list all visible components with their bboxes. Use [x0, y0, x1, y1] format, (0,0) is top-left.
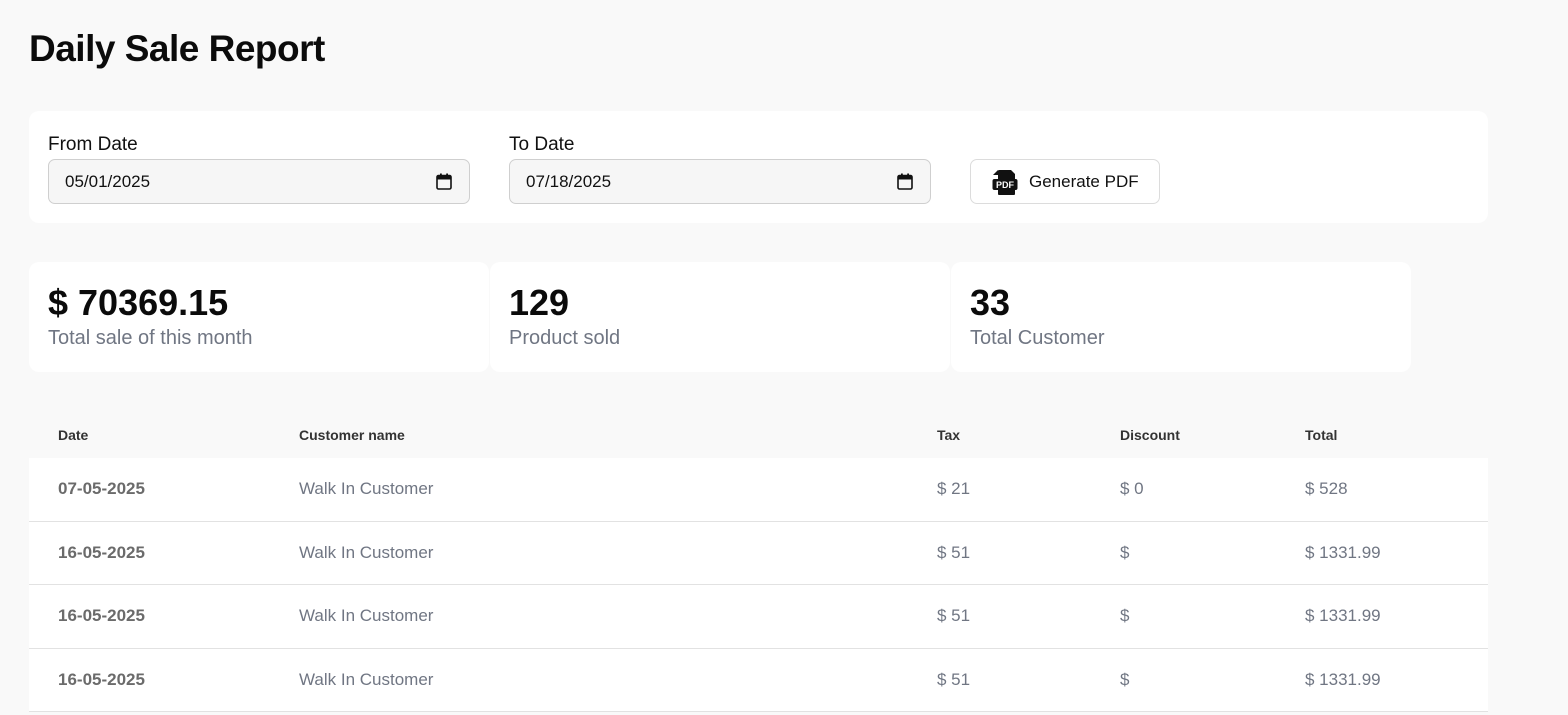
cell-date: 07-05-2025 — [58, 479, 145, 498]
date-filter-card: From Date 05/01/2025 To Date 07/18/2025 — [29, 111, 1488, 223]
to-date-label: To Date — [509, 134, 575, 155]
cell-discount: $ — [1120, 542, 1130, 562]
pdf-file-icon: PDF — [992, 170, 1018, 195]
total-customer-card: 33 Total Customer — [951, 262, 1411, 372]
generate-pdf-label: Generate PDF — [1029, 172, 1139, 191]
column-header-customer: Customer name — [299, 427, 405, 443]
cell-discount: $ — [1120, 669, 1130, 689]
cell-total: $ 528 — [1305, 479, 1348, 498]
table-row: 16-05-2025 Walk In Customer $ 51 $ $ 133… — [29, 521, 1488, 585]
cell-date: 16-05-2025 — [58, 669, 145, 689]
cell-tax: $ 21 — [937, 479, 971, 498]
product-sold-value: 129 — [509, 282, 570, 323]
cell-total: $ 1331.99 — [1305, 606, 1381, 625]
generate-pdf-button[interactable]: PDF Generate PDF — [970, 159, 1160, 204]
table-row: 07-05-2025 Walk In Customer $ 21 $ 0 $ 5… — [29, 458, 1488, 522]
cell-tax: $ 51 — [937, 606, 971, 625]
cell-tax: $ 51 — [937, 669, 971, 689]
from-date-input[interactable]: 05/01/2025 — [48, 159, 470, 204]
sales-table-body: 07-05-2025 Walk In Customer $ 21 $ 0 $ 5… — [29, 458, 1488, 712]
to-date-value: 07/18/2025 — [526, 172, 612, 191]
total-sale-label: Total sale of this month — [48, 327, 253, 349]
cell-date: 16-05-2025 — [58, 606, 145, 625]
product-sold-card: 129 Product sold — [490, 262, 950, 372]
column-header-discount: Discount — [1120, 427, 1180, 443]
sales-table-header: Date Customer name Tax Discount Total — [29, 412, 1488, 458]
cell-discount: $ 0 — [1120, 479, 1144, 498]
cell-customer: Walk In Customer — [299, 479, 434, 498]
total-customer-value: 33 — [970, 282, 1011, 323]
pdf-icon-text: PDF — [996, 180, 1015, 190]
from-date-label: From Date — [48, 134, 138, 155]
cell-customer: Walk In Customer — [299, 542, 434, 562]
column-header-tax: Tax — [937, 427, 961, 443]
table-row: 16-05-2025 Walk In Customer $ 51 $ $ 133… — [29, 585, 1488, 649]
cell-tax: $ 51 — [937, 542, 971, 562]
page-title: Daily Sale Report — [29, 28, 325, 69]
cell-total: $ 1331.99 — [1305, 669, 1381, 689]
cell-total: $ 1331.99 — [1305, 542, 1381, 562]
column-header-date: Date — [58, 427, 89, 443]
table-row: 16-05-2025 Walk In Customer $ 51 $ $ 133… — [29, 648, 1488, 712]
cell-customer: Walk In Customer — [299, 606, 434, 625]
total-customer-label: Total Customer — [970, 327, 1105, 349]
cell-discount: $ — [1120, 606, 1130, 625]
total-sale-card: $ 70369.15 Total sale of this month — [29, 262, 489, 372]
column-header-total: Total — [1305, 427, 1338, 443]
calendar-icon[interactable] — [436, 173, 452, 190]
product-sold-label: Product sold — [509, 327, 621, 349]
calendar-icon[interactable] — [897, 173, 913, 190]
daily-sale-report-page: Daily Sale Report From Date 05/01/2025 T… — [0, 0, 1568, 715]
from-date-value: 05/01/2025 — [65, 172, 151, 191]
to-date-input[interactable]: 07/18/2025 — [509, 159, 931, 204]
cell-date: 16-05-2025 — [58, 542, 145, 562]
total-sale-value: $ 70369.15 — [48, 282, 229, 323]
cell-customer: Walk In Customer — [299, 669, 434, 689]
